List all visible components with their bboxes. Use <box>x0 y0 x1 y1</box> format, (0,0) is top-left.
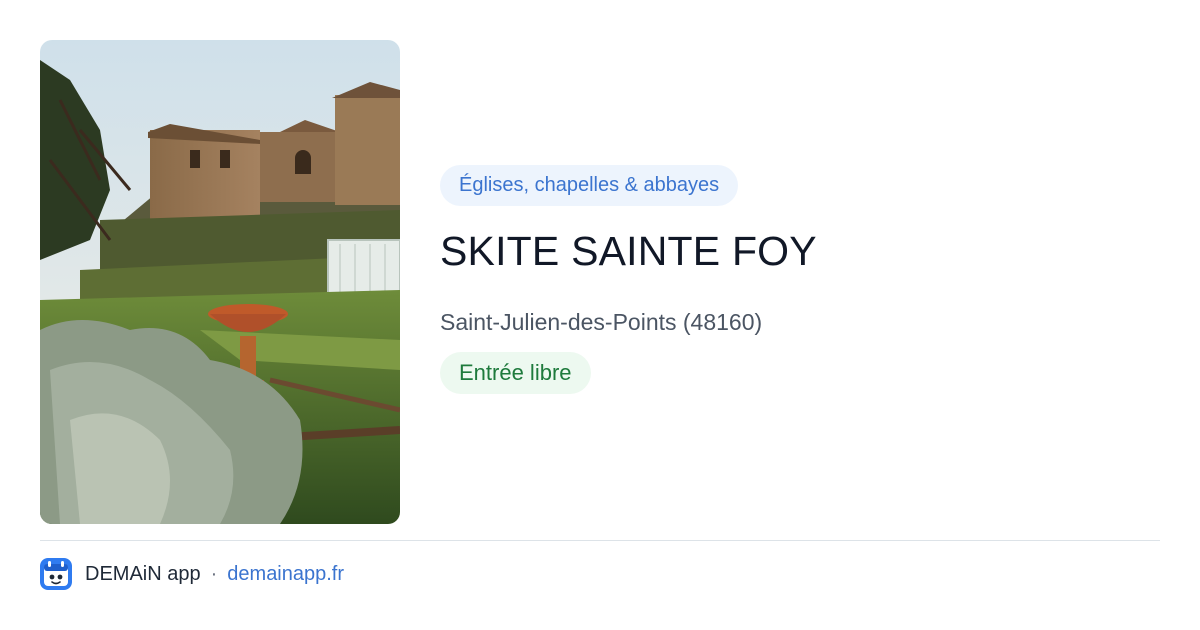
place-title: SKITE SAINTE FOY <box>440 228 817 274</box>
share-card: Églises, chapelles & abbayes SKITE SAINT… <box>0 0 1200 630</box>
place-location: Saint-Julien-des-Points (48160) <box>440 309 763 335</box>
app-name: DEMAiN app <box>85 562 201 585</box>
footer-separator: · <box>210 562 218 585</box>
domain-link[interactable]: demainapp.fr <box>227 563 344 586</box>
place-photo <box>40 40 400 524</box>
footer: DEMAiN app · demainapp.fr <box>40 558 344 590</box>
access-badge: Entrée libre <box>440 352 591 394</box>
demain-app-icon <box>40 558 72 590</box>
footer-divider <box>40 540 1160 541</box>
category-badge: Églises, chapelles & abbayes <box>440 165 739 206</box>
place-info: Églises, chapelles & abbayes SKITE SAINT… <box>440 165 1160 394</box>
